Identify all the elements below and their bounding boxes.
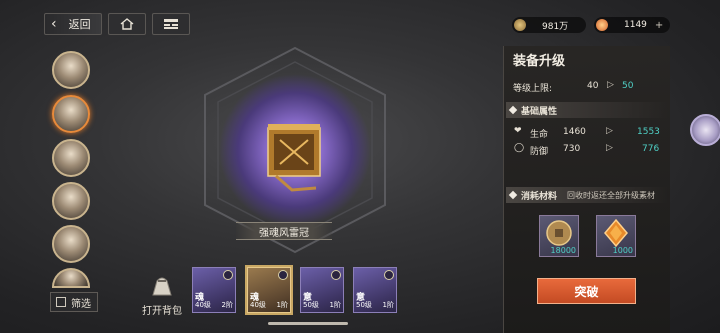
panel-title: 装备升级 <box>513 54 566 69</box>
amber-gem-icon <box>604 218 628 248</box>
material-count: 18000 <box>550 246 576 255</box>
back-button[interactable]: ‹ 返回 <box>44 13 102 35</box>
character-portrait[interactable] <box>52 139 90 177</box>
back-label: 返回 <box>68 18 91 31</box>
menu-button[interactable] <box>151 13 190 35</box>
gem-amount: 1149 <box>624 20 647 30</box>
character-portrait[interactable] <box>52 182 90 220</box>
diamond-icon <box>508 105 518 115</box>
coin-icon <box>546 220 572 246</box>
material-slot[interactable]: 18000 <box>539 215 579 257</box>
open-bag-label: 打开背包 <box>142 306 182 317</box>
character-portrait[interactable] <box>52 268 90 288</box>
slot-level: 50级 <box>303 301 319 309</box>
slot-tier: 1阶 <box>329 301 341 309</box>
currency-gold: 981万 <box>512 17 586 33</box>
attr-to: 776 <box>642 144 660 154</box>
material-slot[interactable]: 1000 <box>596 215 636 257</box>
open-bag-button[interactable]: 打开背包 <box>140 273 184 317</box>
breakthrough-label: 突破 <box>574 284 599 299</box>
chevron-left-icon: ‹ <box>51 16 57 32</box>
tier-badge-icon <box>278 270 288 280</box>
level-cap-from: 40 <box>587 81 599 91</box>
diamond-icon <box>508 190 518 200</box>
attr-name: 生命 <box>530 130 549 140</box>
item-name-plate: 强魂风雷冠 <box>236 222 332 240</box>
level-cap-to: 50 <box>622 81 634 91</box>
grid-menu-icon <box>163 19 178 29</box>
inventory-scrollbar[interactable] <box>268 322 348 325</box>
material-section-header: 消耗材料 回收时返还全部升级素材 <box>506 187 668 203</box>
character-portrait-selected[interactable] <box>52 95 90 133</box>
inventory-slot[interactable]: 意 50级 1阶 <box>353 267 397 313</box>
filter-button[interactable]: 筛选 <box>50 292 98 312</box>
item-name: 强魂风雷冠 <box>259 227 309 239</box>
filter-checkbox[interactable] <box>56 297 66 307</box>
inventory-slot-selected[interactable]: 魂 40级 1阶 <box>247 267 291 313</box>
star-gem-icon <box>596 19 608 31</box>
coin-icon <box>514 19 526 31</box>
slot-level: 50级 <box>356 301 372 309</box>
tier-badge-icon <box>384 270 394 280</box>
assistant-avatar[interactable] <box>690 114 720 146</box>
arrow-right-icon: ▷ <box>606 143 613 153</box>
bag-icon <box>152 277 172 296</box>
top-bar: ‹ 返回 <box>44 13 190 35</box>
slot-tier: 1阶 <box>382 301 394 309</box>
slot-level: 40级 <box>195 301 211 309</box>
attr-from: 730 <box>563 144 581 154</box>
attr-from: 1460 <box>563 127 586 137</box>
gold-amount: 981万 <box>542 21 569 32</box>
attr-header-label: 基础属性 <box>521 106 558 117</box>
arrow-right-icon: ▷ <box>606 126 613 136</box>
home-button[interactable] <box>107 13 146 35</box>
material-count: 1000 <box>612 246 633 255</box>
inventory-slot[interactable]: 意 50级 1阶 <box>300 267 344 313</box>
filter-label: 筛选 <box>71 298 91 310</box>
arrow-right-icon: ▷ <box>607 80 614 90</box>
mat-header-label: 消耗材料 <box>521 191 558 202</box>
slot-tier: 2阶 <box>221 301 233 309</box>
attr-name: 防御 <box>530 147 549 157</box>
home-icon <box>120 18 134 30</box>
slot-level: 40级 <box>250 301 266 309</box>
breakthrough-button[interactable]: 突破 <box>537 278 636 304</box>
inventory-slot[interactable]: 魂 40级 2阶 <box>192 267 236 313</box>
currency-gem: 1149 + <box>594 17 670 33</box>
tier-badge-icon <box>223 270 233 280</box>
attr-section-header: 基础属性 <box>506 102 668 118</box>
mat-note: 回收时返还全部升级素材 <box>567 190 656 200</box>
add-gem-button[interactable]: + <box>655 20 663 31</box>
character-portrait[interactable] <box>52 225 90 263</box>
heart-icon: ❤ <box>514 126 522 136</box>
tier-badge-icon <box>331 270 341 280</box>
level-cap-label: 等级上限: <box>513 84 553 94</box>
shield-icon: ◯ <box>514 143 525 153</box>
character-portrait[interactable] <box>52 51 90 89</box>
attr-to: 1553 <box>637 127 660 137</box>
slot-tier: 1阶 <box>276 301 288 309</box>
